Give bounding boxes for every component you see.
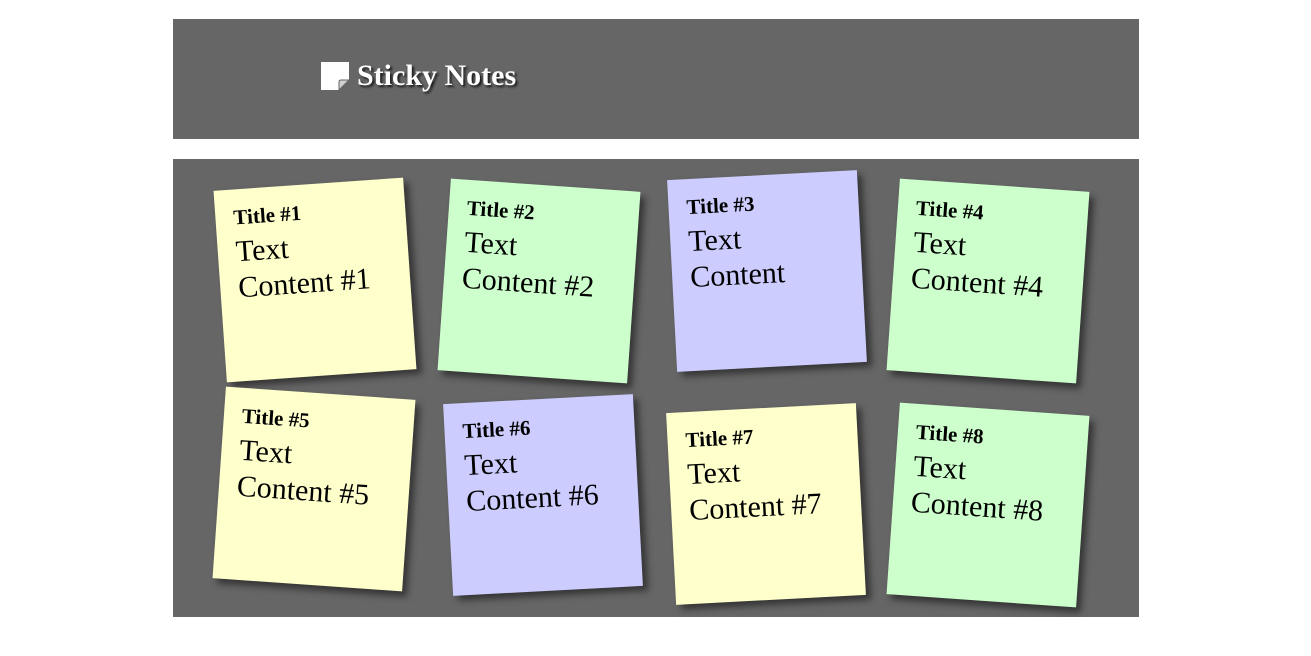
sticky-note-icon <box>321 62 349 90</box>
sticky-note-7[interactable]: Title #7 Text Content #7 <box>666 403 866 605</box>
notes-board: Title #1 Text Content #1 Title #2 Text C… <box>173 159 1139 617</box>
note-title: Title #6 <box>461 415 531 444</box>
sticky-note-3[interactable]: Title #3 Text Content <box>667 170 867 372</box>
header: Sticky Notes <box>173 19 1139 139</box>
note-title: Title #3 <box>685 191 755 220</box>
sticky-note-4[interactable]: Title #4 Text Content #4 <box>886 178 1090 384</box>
sticky-note-1[interactable]: Title #1 Text Content #1 <box>213 177 417 383</box>
note-body: Text Content #4 <box>909 225 1045 305</box>
sticky-note-8[interactable]: Title #8 Text Content #8 <box>886 402 1090 608</box>
note-body: Text Content #5 <box>235 433 371 513</box>
note-title: Title #7 <box>684 424 754 453</box>
page-title: Sticky Notes <box>357 59 517 92</box>
note-body: Text Content #1 <box>234 231 372 305</box>
sticky-note-2[interactable]: Title #2 Text Content #2 <box>437 178 641 384</box>
sticky-note-6[interactable]: Title #6 Text Content #6 <box>443 394 643 596</box>
brand: Sticky Notes <box>321 61 516 91</box>
note-body: Text Content #7 <box>686 455 823 528</box>
note-body: Text Content #6 <box>463 446 600 519</box>
note-body: Text Content <box>687 222 786 295</box>
note-body: Text Content #8 <box>909 449 1045 529</box>
note-body: Text Content #2 <box>460 225 596 305</box>
sticky-note-5[interactable]: Title #5 Text Content #5 <box>212 386 416 592</box>
